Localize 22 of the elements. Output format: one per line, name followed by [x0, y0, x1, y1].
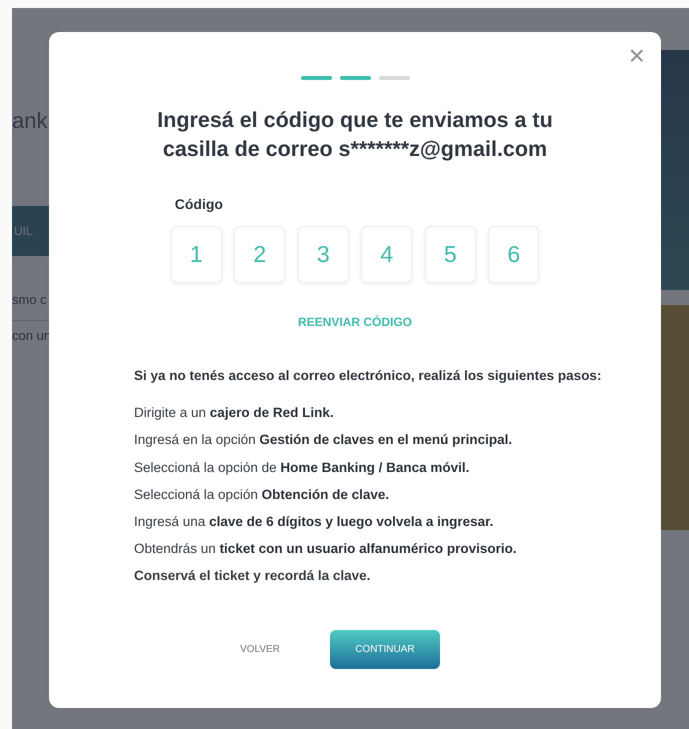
- instruction-step: Seleccioná la opción de Home Banking / Banca móvil.: [134, 460, 602, 476]
- code-digit-field[interactable]: 6: [488, 226, 540, 284]
- resend-code-link[interactable]: REENVIAR CÓDIGO: [298, 313, 412, 332]
- continue-button[interactable]: CONTINUAR: [330, 630, 440, 669]
- code-digit-field[interactable]: 4: [361, 226, 412, 284]
- dialog-title: Ingresá el código que te enviamos a tu casilla de correo s*******z@gmail.com: [156, 107, 554, 164]
- code-digit-field[interactable]: 2: [234, 226, 286, 284]
- instructions-heading: Si ya no tenés acceso al correo electrónico, realizá los siguientes pasos:: [134, 367, 602, 386]
- code-label: Código: [174, 195, 224, 214]
- page-text: smo c: [12, 291, 47, 309]
- code-digit-field[interactable]: 3: [298, 226, 349, 284]
- code-digit-field[interactable]: 5: [424, 226, 476, 284]
- close-button[interactable]: ×: [626, 42, 647, 70]
- instruction-step: Ingresá una clave de 6 dígitos y luego volvela a ingresar.: [134, 514, 602, 530]
- instruction-step: Dirigite a un cajero de Red Link.: [134, 405, 602, 422]
- code-digit-field[interactable]: 1: [170, 226, 222, 284]
- back-button[interactable]: VOLVER: [230, 636, 290, 663]
- instruction-step: Ingresá en la opción Gestión de claves en el menú principal.: [134, 432, 602, 449]
- page-title: ank: [12, 107, 48, 135]
- instruction-step: Conservá el ticket y recordá la clave.: [134, 568, 602, 585]
- instruction-step: Seleccioná la opción Obtención de clave.: [134, 486, 602, 504]
- instruction-step: Obtendrás un ticket con un usuario alfanumérico provisorio.: [134, 541, 602, 558]
